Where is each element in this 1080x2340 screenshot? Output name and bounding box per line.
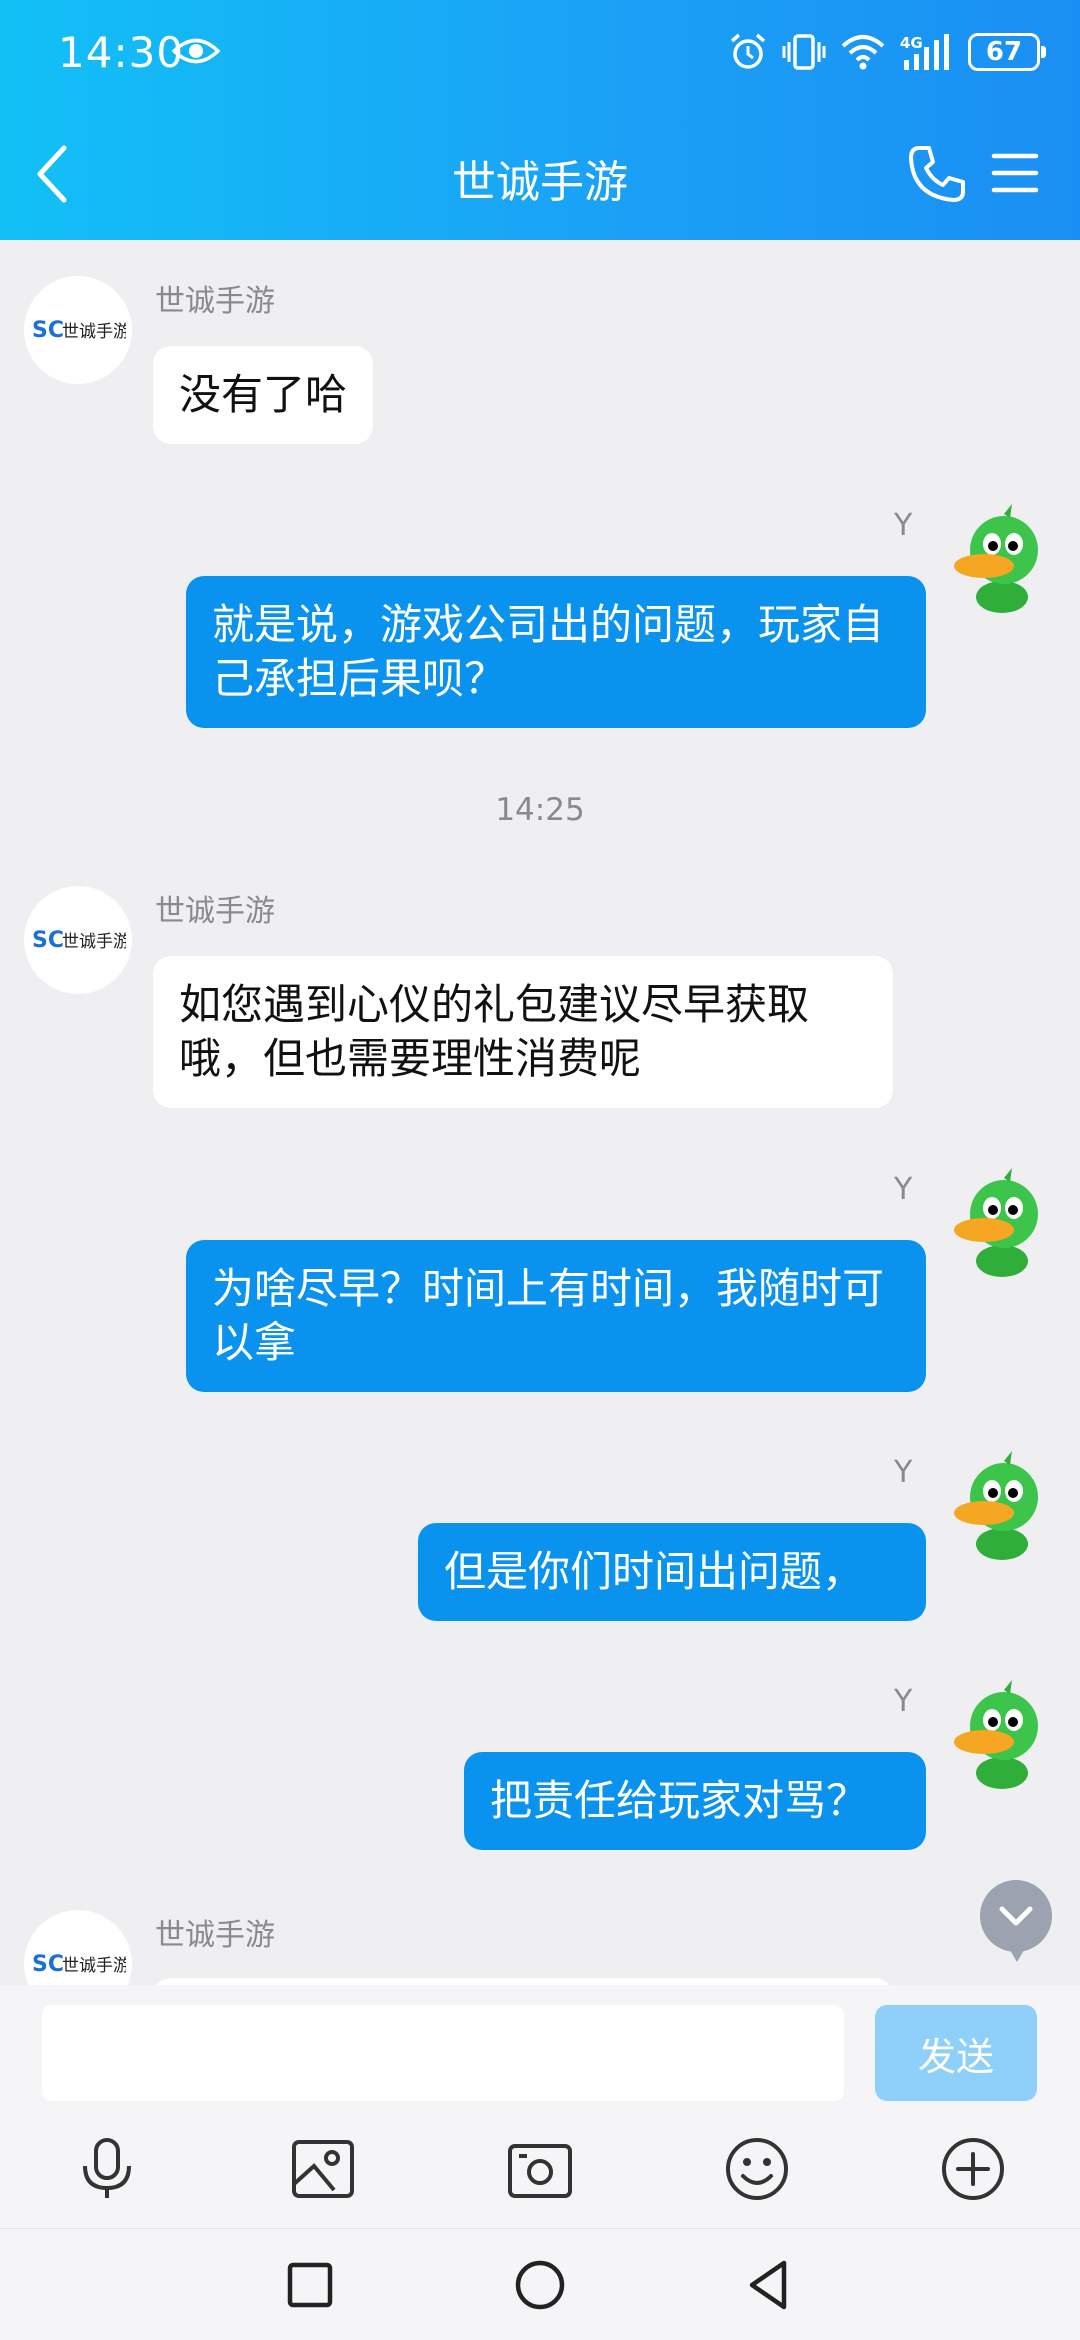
message-input-bar: 发送 [0,1985,1080,2110]
input-toolbar [0,2110,1080,2228]
vibrate-icon [782,34,826,70]
status-icons: 4G 67 [728,28,1046,76]
alarm-icon [730,33,766,69]
system-navigation-bar [0,2228,1080,2340]
shicheng-logo-icon: SC 世诚手游 [32,928,126,953]
avatar[interactable]: SC 世诚手游 [24,1910,132,1985]
battery-indicator: 67 [968,33,1046,71]
phone-call-icon[interactable] [905,142,969,206]
network-type-label: 4G [900,34,923,52]
avatar[interactable]: SC 世诚手游 [24,886,132,994]
message-bubble-outgoing[interactable]: 但是你们时间出问题， [418,1523,926,1621]
sender-name: Y [894,1455,913,1490]
message-bubble-outgoing[interactable]: 就是说，游戏公司出的问题，玩家自己承担后果呗？ [186,576,926,728]
duck-avatar-icon[interactable] [944,1166,1060,1282]
avatar[interactable]: SC 世诚手游 [24,276,132,384]
scroll-to-bottom-button[interactable] [980,1880,1052,1962]
chevron-down-icon [999,1906,1033,1926]
sender-name: Y [894,1172,913,1207]
sender-name: 世诚手游 [155,1918,275,1953]
eye-icon [172,38,220,64]
duck-avatar-icon[interactable] [944,1449,1060,1565]
time-separator: 14:25 [495,792,585,828]
svg-text:SC: SC [32,318,64,343]
title-bar: 世诚手游 [0,120,1080,230]
sender-name: 世诚手游 [155,284,275,319]
svg-text:世诚手游: 世诚手游 [62,322,126,342]
image-icon[interactable] [288,2134,358,2204]
microphone-icon[interactable] [72,2134,142,2204]
recents-square-icon[interactable] [280,2255,340,2315]
message-bubble-incoming[interactable] [153,1978,893,1985]
message-input[interactable] [42,2005,844,2101]
shicheng-logo-icon: SC 世诚手游 [32,318,126,343]
emoji-icon[interactable] [722,2134,792,2204]
message-bubble-outgoing[interactable]: 把责任给玩家对骂？ [464,1752,926,1850]
sender-name: Y [894,1684,913,1719]
app-header: 14:30 4G 67 世诚手游 [0,0,1080,240]
shicheng-logo-icon: SC 世诚手游 [32,1952,126,1977]
svg-text:世诚手游: 世诚手游 [62,932,126,952]
svg-text:SC: SC [32,1952,64,1977]
status-bar: 14:30 4G 67 [0,0,1080,110]
duck-avatar-icon[interactable] [944,1678,1060,1794]
menu-icon[interactable] [990,148,1040,198]
sender-name: Y [894,508,913,543]
svg-text:SC: SC [32,928,64,953]
cellular-signal-icon: 4G [900,34,949,70]
status-time: 14:30 [58,28,185,77]
camera-icon[interactable] [505,2134,575,2204]
wifi-icon [841,35,885,70]
sender-name: 世诚手游 [155,894,275,929]
chat-message-list[interactable]: SC 世诚手游 世诚手游 没有了哈 Y 就是说，游戏公司出的问题，玩家自己承担后… [0,240,1080,1985]
plus-icon[interactable] [938,2134,1008,2204]
message-bubble-incoming[interactable]: 没有了哈 [153,346,374,444]
message-bubble-incoming[interactable]: 如您遇到心仪的礼包建议尽早获取哦，但也需要理性消费呢 [153,956,893,1108]
duck-avatar-icon[interactable] [944,502,1060,618]
back-triangle-icon[interactable] [740,2255,800,2315]
send-button[interactable]: 发送 [875,2005,1037,2101]
message-bubble-outgoing[interactable]: 为啥尽早？时间上有时间，我随时可以拿 [186,1240,926,1392]
svg-text:世诚手游: 世诚手游 [62,1956,126,1976]
home-circle-icon[interactable] [510,2255,570,2315]
